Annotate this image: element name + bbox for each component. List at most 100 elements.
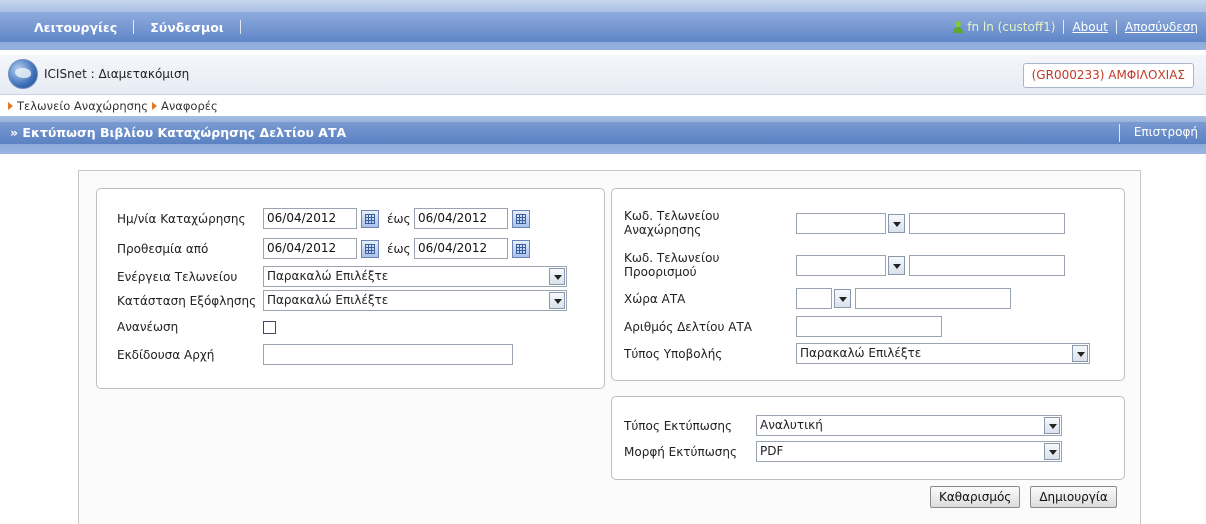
- chevron-down-icon[interactable]: [888, 213, 905, 233]
- user-link[interactable]: fn ln (custoff1): [952, 20, 1055, 34]
- settlement-select[interactable]: Παρακαλώ Επιλέξτε: [263, 290, 567, 311]
- deadline-from-input[interactable]: 06/04/2012: [263, 238, 357, 259]
- departure-office-row: Κωδ. Τελωνείου Αναχώρησης: [624, 209, 1065, 237]
- registration-date-to-input[interactable]: 06/04/2012: [414, 208, 508, 229]
- registration-date-row: Ημ/νία Καταχώρησης 06/04/2012 έως 06/04/…: [117, 208, 530, 229]
- departure-office-label: Κωδ. Τελωνείου Αναχώρησης: [624, 209, 796, 237]
- nav-divider: [1063, 20, 1065, 34]
- chevron-down-icon[interactable]: [834, 289, 851, 308]
- print-format-row: Μορφή Εκτύπωσης PDF: [624, 441, 1062, 462]
- breadcrumb-item-departure-office[interactable]: Τελωνείο Αναχώρησης: [17, 99, 148, 113]
- calendar-icon[interactable]: [361, 239, 379, 258]
- top-nav-inner: Λειτουργίες Σύνδεσμοι fn ln (custoff1) A…: [0, 12, 1206, 42]
- ata-country-label: Χώρα ΑΤΑ: [624, 291, 686, 306]
- print-type-row: Τύπος Εκτύπωσης Αναλυτική: [624, 415, 1062, 436]
- print-type-value: Αναλυτική: [760, 418, 823, 432]
- chevron-down-icon[interactable]: [888, 255, 905, 275]
- breadcrumb-item-reports[interactable]: Αναφορές: [161, 99, 218, 113]
- form-container: Ημ/νία Καταχώρησης 06/04/2012 έως 06/04/…: [78, 170, 1141, 524]
- chevron-down-icon[interactable]: [549, 268, 565, 285]
- nav-divider: [239, 20, 241, 34]
- registration-date-label: Ημ/νία Καταχώρησης: [117, 211, 246, 226]
- settlement-row: Κατάσταση Εξόφλησης Παρακαλώ Επιλέξτε: [117, 290, 567, 311]
- renewal-label: Ανανέωση: [117, 320, 179, 334]
- crumb-arrow-icon: [8, 101, 13, 110]
- departure-office-label-line2: Αναχώρησης: [624, 223, 702, 237]
- filters-panel-left: Ημ/νία Καταχώρησης 06/04/2012 έως 06/04/…: [96, 188, 605, 389]
- nav-menu: Λειτουργίες Σύνδεσμοι: [22, 12, 245, 42]
- calendar-icon[interactable]: [361, 209, 379, 228]
- chevron-down-icon[interactable]: [1044, 443, 1060, 460]
- globe-logo-icon: [8, 59, 38, 89]
- nav-item-functions[interactable]: Λειτουργίες: [22, 20, 129, 35]
- create-button[interactable]: Δημιουργία: [1030, 486, 1117, 508]
- ata-number-row: Αριθμός Δελτίου ΑΤΑ: [624, 316, 942, 337]
- user-menu: fn ln (custoff1) About Αποσύνδεση: [952, 12, 1198, 42]
- office-action-select[interactable]: Παρακαλώ Επιλέξτε: [263, 266, 567, 287]
- print-format-value: PDF: [760, 444, 784, 458]
- destination-office-name-input[interactable]: [909, 254, 1065, 276]
- ata-number-input[interactable]: [796, 316, 942, 337]
- calendar-icon[interactable]: [512, 209, 530, 228]
- page-title-inner: » Εκτύπωση Βιβλίου Καταχώρησης Δελτίου Α…: [0, 122, 1206, 144]
- destination-office-row: Κωδ. Τελωνείου Προορισμού: [624, 251, 1065, 279]
- print-type-select[interactable]: Αναλυτική: [756, 415, 1062, 436]
- ata-country-code-input[interactable]: [796, 288, 832, 309]
- nav-item-links[interactable]: Σύνδεσμοι: [138, 20, 235, 35]
- destination-office-label: Κωδ. Τελωνείου Προορισμού: [624, 251, 796, 279]
- nav-divider: [133, 20, 135, 34]
- settlement-value: Παρακαλώ Επιλέξτε: [267, 293, 389, 307]
- customs-office-badge: (GR000233) ΑΜΦΙΛΟΧΙΑΣ: [1022, 63, 1194, 88]
- clear-button[interactable]: Καθαρισμός: [930, 486, 1021, 508]
- destination-office-label-line2: Προορισμού: [624, 265, 697, 279]
- settlement-label: Κατάσταση Εξόφλησης: [117, 293, 257, 308]
- departure-office-name-input[interactable]: [909, 212, 1065, 234]
- issuer-label: Εκδίδουσα Αρχή: [117, 347, 215, 362]
- print-type-label: Τύπος Εκτύπωσης: [624, 418, 733, 433]
- ata-country-row: Χώρα ΑΤΑ: [624, 288, 1011, 309]
- submission-type-select[interactable]: Παρακαλώ Επιλέξτε: [796, 343, 1090, 364]
- office-action-label: Ενέργεια Τελωνείου: [117, 269, 238, 284]
- app-title: ICISnet : Διαμετακόμιση: [44, 67, 190, 81]
- departure-office-code-input[interactable]: [796, 212, 886, 234]
- submission-type-row: Τύπος Υποβολής Παρακαλώ Επιλέξτε: [624, 343, 1090, 364]
- ata-number-label: Αριθμός Δελτίου ΑΤΑ: [624, 319, 752, 334]
- filters-panel-right: Κωδ. Τελωνείου Αναχώρησης Κωδ. Τελωνείου…: [611, 188, 1125, 381]
- office-action-value: Παρακαλώ Επιλέξτε: [267, 269, 389, 283]
- breadcrumb: Τελωνείο Αναχώρησης Αναφορές: [8, 98, 222, 113]
- crumb-arrow-icon: [151, 101, 157, 110]
- calendar-icon[interactable]: [512, 239, 530, 258]
- issuer-input[interactable]: [263, 344, 513, 365]
- issuer-row: Εκδίδουσα Αρχή: [117, 344, 513, 365]
- deadline-label: Προθεσμία από: [117, 241, 209, 256]
- destination-office-label-line1: Κωδ. Τελωνείου: [624, 251, 720, 265]
- logout-link[interactable]: Αποσύνδεση: [1125, 20, 1198, 34]
- registration-date-to-label: έως: [387, 211, 411, 226]
- nav-divider: [1115, 20, 1117, 34]
- app-header: ICISnet : Διαμετακόμιση (GR000233) ΑΜΦΙΛ…: [0, 55, 1206, 95]
- chevron-down-icon[interactable]: [549, 292, 565, 309]
- submission-type-label: Τύπος Υποβολής: [624, 346, 723, 361]
- destination-office-code-input[interactable]: [796, 254, 886, 276]
- print-format-label: Μορφή Εκτύπωσης: [624, 444, 737, 459]
- ata-country-name-input[interactable]: [855, 288, 1011, 309]
- departure-office-label-line1: Κωδ. Τελωνείου: [624, 209, 720, 223]
- renewal-checkbox[interactable]: [263, 320, 276, 334]
- print-options-panel: Τύπος Εκτύπωσης Αναλυτική Μορφή Εκτύπωση…: [611, 396, 1125, 480]
- page-title-bar: » Εκτύπωση Βιβλίου Καταχώρησης Δελτίου Α…: [0, 116, 1206, 154]
- print-format-select[interactable]: PDF: [756, 441, 1062, 462]
- page-title: » Εκτύπωση Βιβλίου Καταχώρησης Δελτίου Α…: [10, 125, 347, 140]
- about-link[interactable]: About: [1072, 20, 1107, 34]
- user-name[interactable]: fn ln (custoff1): [967, 20, 1055, 34]
- office-action-row: Ενέργεια Τελωνείου Παρακαλώ Επιλέξτε: [117, 266, 567, 287]
- title-divider: [1119, 124, 1120, 142]
- back-link[interactable]: Επιστροφή: [1134, 125, 1198, 139]
- action-buttons: Καθαρισμός Δημιουργία: [930, 486, 1117, 508]
- deadline-to-label: έως: [387, 241, 411, 256]
- deadline-row: Προθεσμία από 06/04/2012 έως 06/04/2012: [117, 238, 530, 259]
- renewal-row: Ανανέωση: [117, 320, 276, 334]
- chevron-down-icon[interactable]: [1044, 417, 1060, 434]
- deadline-to-input[interactable]: 06/04/2012: [414, 238, 508, 259]
- chevron-down-icon[interactable]: [1072, 345, 1088, 362]
- registration-date-from-input[interactable]: 06/04/2012: [263, 208, 357, 229]
